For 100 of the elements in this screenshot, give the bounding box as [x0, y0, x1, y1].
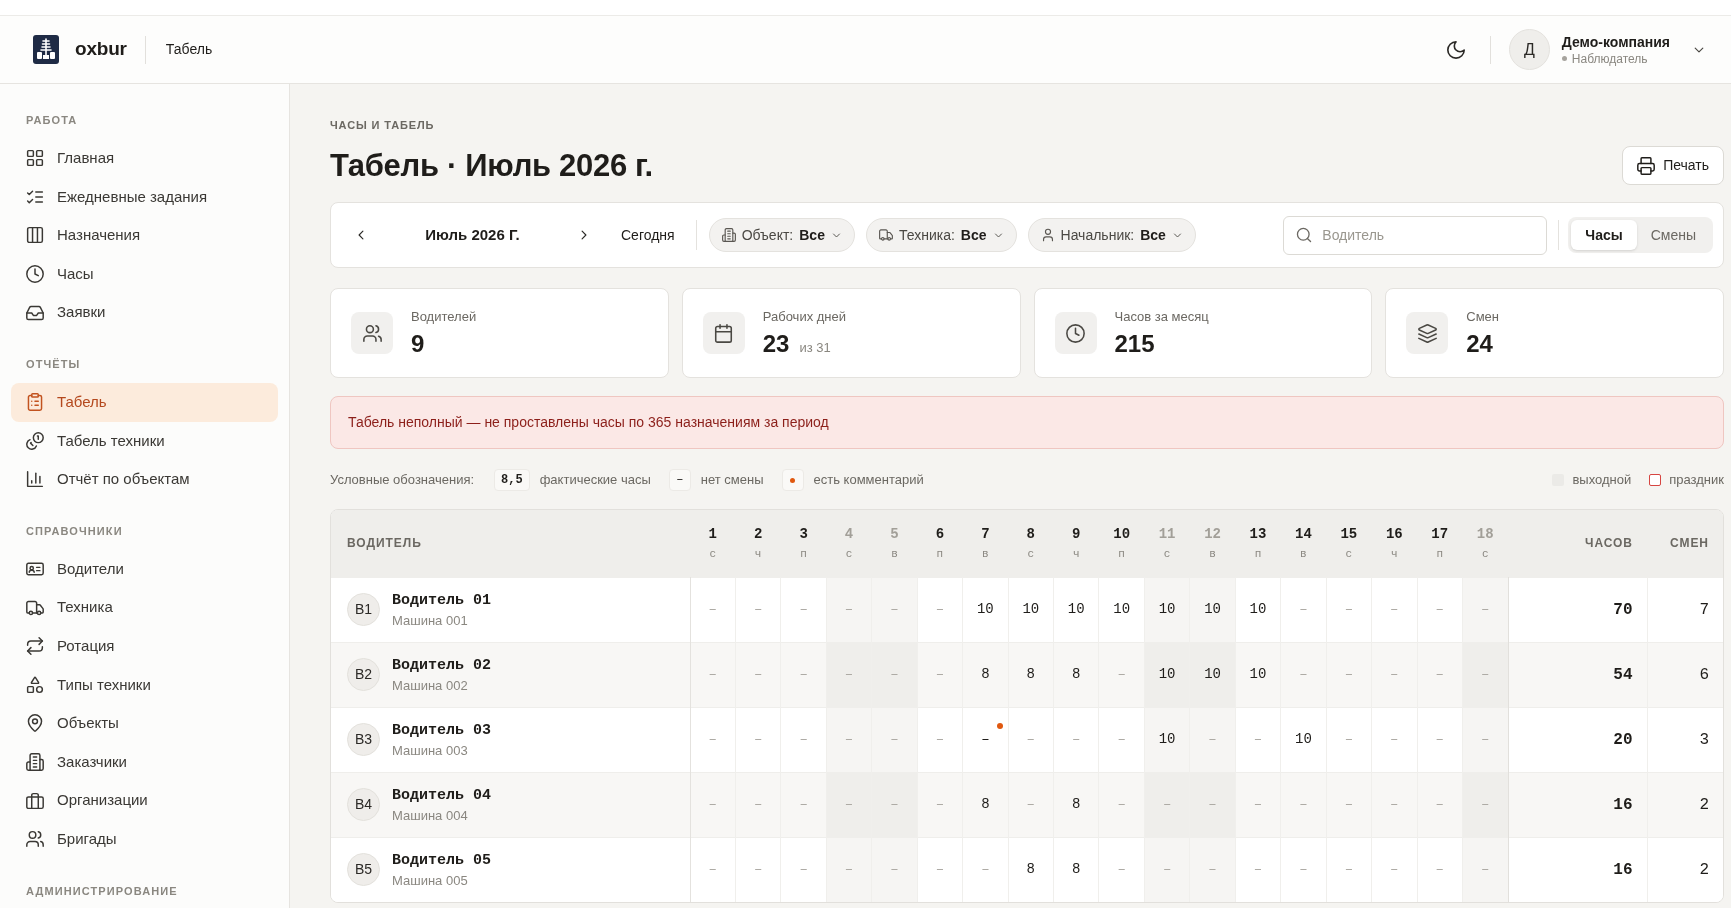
warning-message: Табель неполный — не проставлены часы по 365 назначениям за период	[330, 396, 1724, 449]
total-hours-cell: 16	[1508, 772, 1647, 837]
clipboard-icon	[26, 393, 44, 412]
sidebar-item[interactable]: Организации	[11, 781, 278, 820]
weekday-label: с	[845, 548, 853, 562]
users-icon	[26, 830, 44, 849]
sidebar-item[interactable]: Ротация	[11, 626, 278, 666]
sidebar-item[interactable]: Объекты	[11, 704, 278, 743]
hours-cell: –	[1326, 577, 1372, 642]
view-tab[interactable]: Часы	[1571, 220, 1637, 250]
hours-cell: 8	[1008, 837, 1054, 902]
sidebar-item[interactable]: Водители	[11, 549, 278, 589]
hours-cell: –	[1144, 837, 1190, 902]
hours-cell: –	[917, 577, 963, 642]
sidebar-item[interactable]: Техника	[11, 588, 278, 627]
building-icon	[721, 228, 736, 242]
hours-cell: –	[1144, 772, 1190, 837]
hours-cell: –	[871, 772, 918, 837]
total-hours-cell: 70	[1508, 577, 1647, 642]
moon-icon[interactable]	[1445, 39, 1466, 60]
hours-cell: 8	[962, 772, 1009, 837]
section-title: СПРАВОЧНИКИ	[26, 523, 123, 539]
hours-cell: –	[735, 642, 781, 707]
sidebar-item[interactable]: Заказчики	[11, 742, 278, 782]
weekday-label: п	[1254, 548, 1262, 562]
vehicle-name: Машина 001	[392, 612, 469, 629]
filter-dropdown[interactable]: Техника: Все	[865, 218, 1017, 252]
print-button[interactable]: Печать	[1622, 146, 1724, 185]
hours-cell: –	[690, 642, 736, 707]
filter-dropdown[interactable]: Начальник: Все	[1027, 218, 1196, 252]
total-hours-cell: 54	[1508, 642, 1647, 707]
hours-cell: 10	[1144, 707, 1190, 772]
shift-count-cell: 3	[1647, 707, 1723, 772]
day-number: 12	[1204, 525, 1221, 544]
hours-cell: –	[780, 837, 827, 902]
driver-name: Водитель 02	[392, 655, 492, 675]
sidebar-item[interactable]: Типы техники	[11, 665, 278, 705]
user-avatar: Д	[1508, 29, 1550, 70]
day-number: 17	[1431, 525, 1449, 544]
hours-cell: –	[1462, 577, 1508, 642]
hours-cell: –	[1280, 642, 1327, 707]
sidebar-item[interactable]: Отчёт по объектам	[11, 460, 278, 499]
printer-icon	[1637, 156, 1656, 175]
hours-cell: –	[1462, 642, 1508, 707]
hours-cell: –	[1371, 772, 1417, 837]
shift-count-cell: 7	[1647, 577, 1723, 642]
today-button[interactable]: Сегодня	[613, 219, 683, 251]
legend-label: нет смены	[700, 471, 764, 490]
view-tab[interactable]: Смены	[1636, 220, 1710, 250]
hours-cell: –	[1326, 837, 1372, 902]
calendar-icon	[714, 323, 734, 343]
day-number: 13	[1249, 525, 1267, 544]
day-number: 3	[799, 525, 808, 544]
hours-cell: –	[735, 577, 781, 642]
hours-cell: –	[917, 772, 963, 837]
sidebar-item[interactable]: Главная	[11, 139, 278, 178]
sidebar-item[interactable]: Часы	[11, 254, 278, 294]
stat-value: 9	[411, 329, 425, 358]
stat-suffix: из 31	[799, 338, 831, 357]
sidebar-item[interactable]: Назначения	[11, 216, 278, 255]
stat-value: 215	[1114, 329, 1155, 358]
hours-cell: 8	[962, 642, 1009, 707]
map-pin-icon	[26, 714, 44, 733]
hours-cell: –	[735, 772, 781, 837]
driver-name: Водитель 05	[392, 850, 492, 870]
legend-label: выходной	[1572, 471, 1632, 490]
legend-label: фактические часы	[539, 471, 651, 490]
vehicle-name: Машина 003	[392, 742, 469, 759]
sidebar-item[interactable]: Заявки	[11, 293, 278, 332]
hours-cell: –	[1371, 707, 1417, 772]
stat-label: Смен	[1466, 308, 1499, 325]
hours-cell: –	[1280, 772, 1327, 837]
hours-cell: –	[1417, 837, 1463, 902]
legend-label: праздник	[1669, 471, 1724, 490]
vehicle-name: Машина 002	[392, 677, 469, 694]
sidebar-item[interactable]: Бригады	[11, 819, 278, 859]
hours-cell: –	[1098, 707, 1145, 772]
coins-icon	[26, 431, 44, 450]
shift-count-cell: 2	[1647, 772, 1723, 837]
section-title: АДМИНИСТРИРОВАНИЕ	[26, 883, 178, 899]
hours-cell: 10	[1053, 577, 1099, 642]
filter-dropdown[interactable]: Объект: Все	[708, 218, 855, 252]
sidebar-item[interactable]: Табель	[11, 382, 278, 422]
user-icon	[1040, 228, 1055, 242]
swatch-icon	[1649, 474, 1662, 486]
sidebar-item[interactable]: Табель техники	[11, 421, 278, 461]
weekday-label: п	[1436, 548, 1443, 562]
search-field[interactable]: Водитель	[1283, 215, 1548, 255]
section-title: ОТЧЁТЫ	[26, 356, 81, 372]
search-icon	[1296, 227, 1313, 243]
driver-avatar: В3	[347, 723, 380, 756]
hours-cell: 10	[1280, 707, 1327, 772]
day-number: 16	[1385, 525, 1403, 544]
hours-cell: 10	[1189, 577, 1236, 642]
hours-cell: 8	[1008, 642, 1054, 707]
truck-icon	[878, 228, 893, 242]
repeat-icon	[26, 637, 44, 656]
briefcase-icon	[26, 791, 44, 810]
driver-name: Водитель 03	[392, 720, 492, 740]
sidebar-item[interactable]: Ежедневные задания	[11, 177, 278, 217]
